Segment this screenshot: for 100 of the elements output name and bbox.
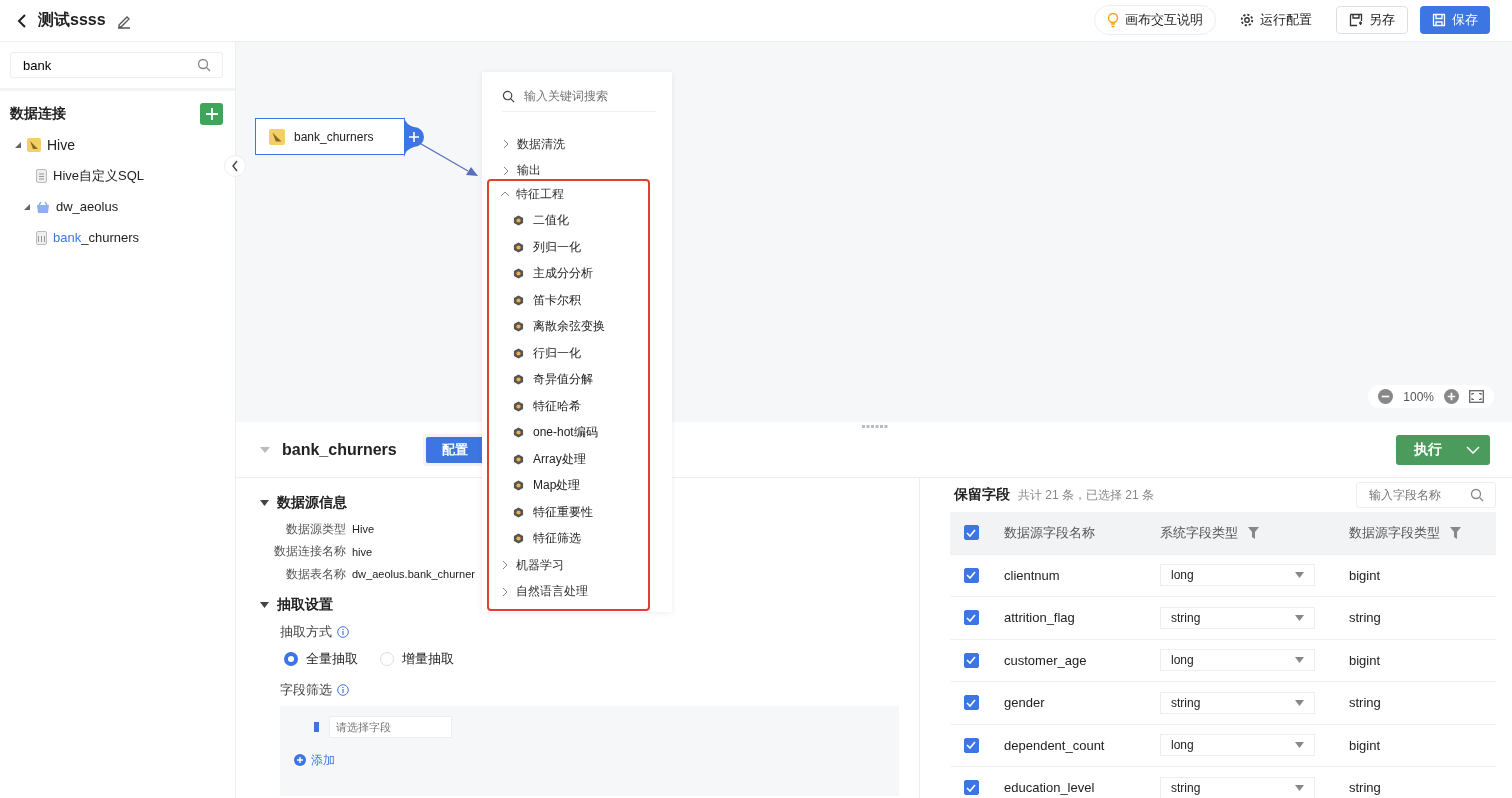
- type-select[interactable]: long: [1160, 734, 1315, 757]
- menu-item[interactable]: 特征哈希: [533, 397, 581, 415]
- search-icon: [197, 58, 211, 72]
- header-button[interactable]: 保存: [1420, 6, 1490, 34]
- menu-item[interactable]: Array处理: [533, 450, 586, 468]
- menu-item[interactable]: 笛卡尔积: [533, 291, 581, 309]
- header-button[interactable]: 另存: [1336, 6, 1408, 34]
- menu-item[interactable]: 主成分分析: [533, 265, 593, 283]
- add-button[interactable]: [200, 103, 223, 125]
- tab[interactable]: 配置: [425, 436, 484, 463]
- database-icon: [36, 200, 50, 213]
- zoom-out-icon[interactable]: [1378, 389, 1394, 404]
- type-select[interactable]: string: [1160, 776, 1315, 798]
- menu-group[interactable]: 特征工程: [516, 185, 564, 203]
- row-checkbox[interactable]: [963, 652, 979, 668]
- menu-item[interactable]: 奇异值分解: [533, 371, 593, 389]
- menu-item[interactable]: Map处理: [533, 477, 581, 495]
- radio-option[interactable]: 全量抽取: [284, 649, 358, 668]
- tree-item[interactable]: dw_aeolus: [56, 199, 119, 214]
- type-select[interactable]: string: [1160, 691, 1315, 714]
- section-title: 数据源信息: [277, 494, 347, 512]
- caret-icon[interactable]: [260, 500, 269, 506]
- row-checkbox[interactable]: [963, 737, 979, 753]
- panel-title: bank_churners: [282, 440, 397, 459]
- chevron-right-icon[interactable]: [502, 166, 510, 175]
- table-cell: customer_age: [1004, 652, 1087, 668]
- row-checkbox[interactable]: [963, 780, 979, 796]
- zoom-in-icon[interactable]: [1444, 389, 1459, 404]
- add-link[interactable]: 添加: [294, 751, 335, 769]
- table-cell: string: [1349, 780, 1381, 796]
- section-title: 数据连接: [10, 105, 66, 123]
- expand-icon[interactable]: [24, 203, 30, 210]
- canvas-node[interactable]: bank_churners: [255, 118, 405, 155]
- back-icon[interactable]: [16, 12, 28, 29]
- info-icon[interactable]: [337, 683, 349, 696]
- select-all-checkbox[interactable]: [963, 525, 979, 541]
- menu-item[interactable]: 行归一化: [533, 344, 581, 362]
- caret-icon: [1295, 657, 1304, 664]
- tree-item[interactable]: bank_churners: [53, 230, 139, 245]
- type-select[interactable]: long: [1160, 649, 1315, 672]
- menu-group[interactable]: 自然语言处理: [516, 583, 588, 601]
- connector-arrow: [416, 141, 478, 177]
- type-select[interactable]: string: [1160, 606, 1315, 629]
- chevron-right-icon[interactable]: [502, 140, 510, 149]
- filter-icon[interactable]: [1248, 526, 1259, 539]
- radio-option[interactable]: 增量抽取: [380, 649, 454, 668]
- menu-item[interactable]: 列归一化: [533, 238, 581, 256]
- header-button[interactable]: 运行配置: [1228, 6, 1324, 34]
- table-cell: string: [1349, 695, 1381, 711]
- field-select[interactable]: 请选择字段: [329, 715, 452, 738]
- menu-item[interactable]: 二值化: [533, 212, 569, 230]
- tree-item[interactable]: Hive: [47, 136, 75, 153]
- chevron-right-icon[interactable]: [501, 587, 509, 596]
- add-port-icon[interactable]: [404, 117, 424, 157]
- chevron-left-icon: [231, 160, 239, 172]
- tree-item[interactable]: Hive自定义SQL: [53, 166, 145, 185]
- collapse-sidebar-button[interactable]: [224, 155, 246, 177]
- menu-item[interactable]: one-hot编码: [533, 424, 598, 442]
- row-checkbox[interactable]: [963, 567, 979, 583]
- hexagon-icon: [513, 453, 524, 465]
- menu-item[interactable]: 离散余弦变换: [533, 318, 605, 336]
- expand-icon[interactable]: [15, 141, 21, 148]
- search-field[interactable]: 输入关键词搜索: [522, 88, 656, 104]
- hexagon-icon: [513, 268, 524, 280]
- section-title: 保留字段: [954, 486, 1010, 504]
- field-value: hive: [352, 545, 373, 558]
- table-cell: string: [1349, 610, 1381, 626]
- table-cell: clientnum: [1004, 567, 1060, 583]
- search-icon: [1470, 488, 1484, 502]
- chevron-right-icon[interactable]: [501, 561, 509, 570]
- table-cell: bigint: [1349, 652, 1381, 668]
- menu-group[interactable]: 数据清洗: [517, 135, 565, 153]
- file-icon: [36, 168, 47, 183]
- search-field[interactable]: 输入字段名称: [1356, 482, 1496, 508]
- field-label: 数据表名称: [285, 565, 346, 583]
- table-cell: dependent_count: [1004, 737, 1105, 753]
- row-checkbox[interactable]: [963, 610, 979, 626]
- plus-icon: [204, 107, 219, 121]
- fit-screen-icon[interactable]: [1469, 390, 1484, 403]
- filter-icon[interactable]: [1450, 526, 1461, 539]
- caret-icon[interactable]: [260, 601, 269, 608]
- menu-item[interactable]: 特征筛选: [533, 530, 581, 548]
- table-cell: attrition_flag: [1004, 610, 1075, 626]
- chevron-up-icon[interactable]: [501, 190, 509, 199]
- caret-icon: [1295, 614, 1304, 621]
- table-icon: [36, 230, 47, 245]
- type-select[interactable]: long: [1160, 564, 1315, 587]
- zoom-level: 100%: [1403, 389, 1434, 404]
- menu-item[interactable]: 特征重要性: [533, 503, 593, 521]
- search-field[interactable]: bank: [10, 52, 223, 78]
- hexagon-icon: [513, 427, 524, 439]
- plus-circle-icon: [294, 754, 306, 766]
- field-label: 数据源类型: [285, 520, 346, 538]
- dropdown-button[interactable]: [1456, 434, 1490, 465]
- menu-group[interactable]: 输出: [517, 162, 541, 180]
- menu-group[interactable]: 机器学习: [516, 556, 564, 574]
- table-cell: education_level: [1004, 780, 1095, 796]
- info-icon[interactable]: [337, 625, 349, 638]
- table-cell: bigint: [1349, 737, 1381, 753]
- row-checkbox[interactable]: [963, 695, 979, 711]
